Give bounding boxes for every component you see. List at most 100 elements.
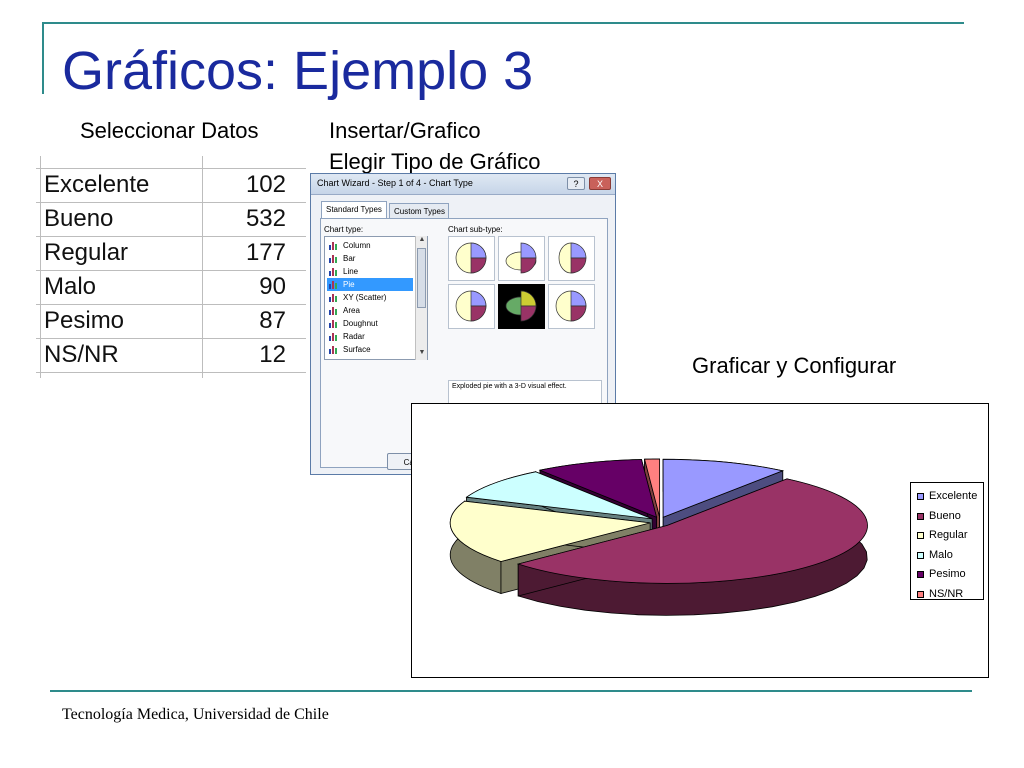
chart-legend[interactable]: Excelente Bueno Regular Malo Pesimo NS/NR: [910, 482, 984, 600]
doughnut-chart-icon: [328, 319, 338, 328]
step-select-data-label: Seleccionar Datos: [80, 118, 259, 143]
chart-type-item[interactable]: Surface: [327, 343, 413, 356]
top-rule: [42, 22, 964, 24]
chart-type-label-text: Surface: [343, 345, 371, 354]
legend-swatch: [917, 512, 924, 520]
sheet-cell-label[interactable]: Malo: [44, 273, 96, 301]
scatter-chart-icon: [328, 293, 338, 302]
legend-item[interactable]: Pesimo: [917, 567, 985, 583]
legend-label: Bueno: [929, 509, 961, 522]
sheet-cell-label[interactable]: Pesimo: [44, 307, 124, 335]
chart-type-label-text: Bar: [343, 254, 356, 263]
column-chart-icon: [328, 241, 338, 250]
subtype-description: Exploded pie with a 3-D visual effect.: [452, 383, 567, 390]
sheet-row[interactable]: Excelente 102: [36, 169, 306, 203]
area-chart-icon: [328, 306, 338, 315]
legend-swatch: [917, 532, 924, 539]
chart-type-item[interactable]: Bar: [327, 252, 413, 265]
legend-item[interactable]: Excelente: [917, 489, 985, 505]
sheet-cell-value[interactable]: 90: [259, 273, 286, 301]
legend-swatch: [917, 571, 924, 578]
bubble-chart-icon: [328, 358, 338, 359]
left-rule: [42, 22, 44, 94]
chart-type-item[interactable]: Area: [327, 304, 413, 317]
sheet-row[interactable]: NS/NR 12: [36, 339, 306, 373]
chart-type-label-text: XY (Scatter): [343, 293, 387, 302]
sheet-row[interactable]: Pesimo 87: [36, 305, 306, 339]
chart-type-label-text: Column: [343, 241, 371, 250]
chart-subtype-option[interactable]: [548, 284, 595, 329]
sheet-cell-value[interactable]: 177: [246, 239, 286, 267]
legend-item[interactable]: Bueno: [917, 509, 985, 525]
chart-type-item[interactable]: Radar: [327, 330, 413, 343]
legend-swatch: [917, 551, 924, 559]
chart-type-label-text: Area: [343, 306, 360, 315]
sheet-cell-label[interactable]: Regular: [44, 239, 128, 267]
chart-type-item[interactable]: Column: [327, 239, 413, 252]
tab-custom-types[interactable]: Custom Types: [389, 203, 449, 218]
dialog-titlebar[interactable]: Chart Wizard - Step 1 of 4 - Chart Type …: [311, 174, 615, 195]
chart-type-label-text: Line: [343, 267, 359, 276]
chart-subtype-option[interactable]: [448, 236, 495, 281]
chart-type-scrollbar[interactable]: ▲ ▼: [415, 236, 427, 360]
chart-type-item[interactable]: Pie: [327, 278, 413, 291]
step-insert-chart-label: Insertar/Grafico: [329, 118, 481, 143]
sheet-cell-value[interactable]: 532: [246, 205, 286, 233]
legend-item[interactable]: Malo: [917, 548, 985, 564]
chart-type-item[interactable]: Doughnut: [327, 317, 413, 330]
legend-item[interactable]: NS/NR: [917, 587, 985, 603]
chart-type-item[interactable]: XY (Scatter): [327, 291, 413, 304]
tab-standard-types[interactable]: Standard Types: [321, 201, 387, 218]
chart-subtype-option[interactable]: [548, 236, 595, 281]
spreadsheet-excerpt: Excelente 102 Bueno 532 Regular 177 Malo…: [36, 156, 306, 378]
step-choose-type-label: Elegir Tipo de Gráfico: [329, 149, 541, 174]
step-plot-configure-label: Graficar y Configurar: [692, 353, 897, 378]
sheet-cell-value[interactable]: 12: [259, 341, 286, 369]
chart-subtype-grid: [448, 236, 598, 332]
chart-type-item[interactable]: Bubble: [327, 356, 413, 359]
sheet-cell-label[interactable]: Excelente: [44, 171, 149, 199]
sheet-row[interactable]: Malo 90: [36, 271, 306, 305]
legend-item[interactable]: Regular: [917, 528, 985, 544]
chart-type-label-text: Bubble: [343, 356, 368, 359]
chart-subtype-label: Chart sub-type:: [448, 225, 503, 234]
sheet-cell-value[interactable]: 102: [246, 171, 286, 199]
legend-swatch: [917, 493, 924, 500]
scrollbar-thumb[interactable]: [417, 248, 426, 308]
line-chart-icon: [328, 267, 338, 276]
sheet-row[interactable]: Regular 177: [36, 237, 306, 271]
pie-subtype-icon: [555, 290, 587, 322]
slide-footer: Tecnología Medica, Universidad de Chile: [62, 706, 329, 723]
pie-subtype-icon: [455, 242, 487, 274]
chart-type-list[interactable]: Column Bar Line Pie XY (Scatter) Area Doughnut…: [324, 236, 428, 360]
sheet-row[interactable]: Bueno 532: [36, 203, 306, 237]
slide-title: Gráficos: Ejemplo 3: [62, 41, 534, 101]
scroll-up-icon[interactable]: ▲: [417, 236, 427, 243]
pie-subtype-icon: [455, 290, 487, 322]
legend-label: Malo: [929, 548, 953, 561]
sheet-cell-value[interactable]: 87: [259, 307, 286, 335]
bottom-rule: [50, 690, 972, 692]
dialog-title: Chart Wizard - Step 1 of 4 - Chart Type: [317, 178, 473, 188]
sheet-cell-label[interactable]: NS/NR: [44, 341, 119, 369]
legend-label: NS/NR: [929, 587, 964, 600]
legend-label: Pesimo: [929, 568, 966, 580]
legend-label: Excelente: [929, 490, 978, 502]
chart-subtype-option[interactable]: [448, 284, 495, 329]
scroll-down-icon[interactable]: ▼: [417, 349, 427, 356]
radar-chart-icon: [328, 332, 338, 341]
pie-subtype-icon: [505, 242, 537, 274]
pie-subtype-icon: [558, 242, 587, 274]
chart-subtype-option[interactable]: [498, 236, 545, 281]
chart-type-label-text: Doughnut: [343, 319, 378, 328]
chart-type-item[interactable]: Line: [327, 265, 413, 278]
pie-chart-icon: [328, 280, 338, 289]
chart-subtype-option[interactable]: [498, 284, 545, 329]
pie-chart-area: Excelente Bueno Regular Malo Pesimo NS/NR: [411, 403, 989, 678]
close-button[interactable]: X: [589, 177, 611, 190]
chart-type-label: Chart type:: [324, 225, 364, 234]
chart-type-label-text: Radar: [343, 332, 365, 341]
help-button[interactable]: ?: [567, 177, 585, 190]
sheet-cell-label[interactable]: Bueno: [44, 205, 113, 233]
chart-type-label-text: Pie: [343, 280, 355, 289]
